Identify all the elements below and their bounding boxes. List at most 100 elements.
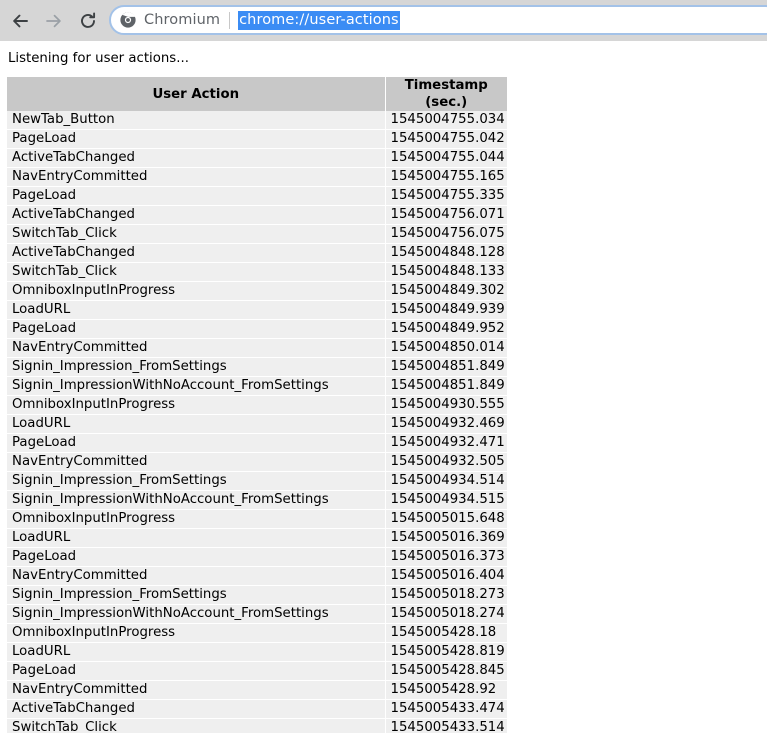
cell-user-action: Signin_ImpressionWithNoAccount_FromSetti… xyxy=(7,604,386,624)
cell-timestamp: 1545004932.471 xyxy=(385,433,507,453)
table-row: OmniboxInputInProgress 1545004849.302 xyxy=(7,281,507,301)
cell-user-action: Signin_Impression_FromSettings xyxy=(7,471,386,491)
table-row: NavEntryCommitted 1545004755.165 xyxy=(7,167,507,187)
cell-timestamp: 1545005433.474 xyxy=(385,699,507,719)
cell-timestamp: 1545004930.555 xyxy=(385,395,507,415)
column-header-timestamp[interactable]: Timestamp (sec.) xyxy=(385,77,507,111)
omnibox-url-text[interactable]: chrome://user-actions xyxy=(238,10,400,30)
cell-timestamp: 1545004756.075 xyxy=(385,224,507,244)
table-row: Signin_Impression_FromSettings 1545004934… xyxy=(7,471,507,491)
cell-timestamp: 1545004848.128 xyxy=(385,243,507,263)
cell-timestamp: 1545005016.404 xyxy=(385,566,507,586)
cell-user-action: OmniboxInputInProgress xyxy=(7,395,386,415)
cell-user-action: PageLoad xyxy=(7,433,386,453)
cell-timestamp: 1545004850.014 xyxy=(385,338,507,358)
forward-button[interactable] xyxy=(40,7,68,35)
cell-user-action: Signin_Impression_FromSettings xyxy=(7,585,386,605)
table-row: NavEntryCommitted 1545005428.92 xyxy=(7,680,507,700)
cell-user-action: PageLoad xyxy=(7,319,386,339)
table-row: SwitchTab_Click 1545004756.075 xyxy=(7,224,507,244)
cell-timestamp: 1545005018.274 xyxy=(385,604,507,624)
table-row: PageLoad 1545004755.042 xyxy=(7,129,507,149)
cell-timestamp: 1545004849.952 xyxy=(385,319,507,339)
cell-timestamp: 1545004755.034 xyxy=(385,111,507,130)
column-header-user-action[interactable]: User Action xyxy=(7,77,386,111)
cell-user-action: SwitchTab_Click xyxy=(7,718,386,733)
cell-user-action: ActiveTabChanged xyxy=(7,699,386,719)
reload-button[interactable] xyxy=(74,7,102,35)
cell-timestamp: 1545005016.373 xyxy=(385,547,507,567)
table-row: LoadURL 1545005428.819 xyxy=(7,642,507,662)
table-row: ActiveTabChanged 1545004755.044 xyxy=(7,148,507,168)
table-row: PageLoad 1545004849.952 xyxy=(7,319,507,339)
table-row: Signin_Impression_FromSettings 1545004851… xyxy=(7,357,507,377)
cell-user-action: ActiveTabChanged xyxy=(7,205,386,225)
table-row: NavEntryCommitted 1545004850.014 xyxy=(7,338,507,358)
table-row: Signin_ImpressionWithNoAccount_FromSetti… xyxy=(7,490,507,510)
cell-timestamp: 1545004755.044 xyxy=(385,148,507,168)
table-row: ActiveTabChanged 1545004756.071 xyxy=(7,205,507,225)
cell-timestamp: 1545005016.369 xyxy=(385,528,507,548)
cell-user-action: SwitchTab_Click xyxy=(7,224,386,244)
cell-user-action: Signin_Impression_FromSettings xyxy=(7,357,386,377)
cell-timestamp: 1545005018.273 xyxy=(385,585,507,605)
table-row: OmniboxInputInProgress 1545005015.648 xyxy=(7,509,507,529)
cell-user-action: PageLoad xyxy=(7,547,386,567)
table-row: PageLoad 1545005016.373 xyxy=(7,547,507,567)
cell-timestamp: 1545004755.165 xyxy=(385,167,507,187)
cell-user-action: NavEntryCommitted xyxy=(7,167,386,187)
cell-timestamp: 1545005428.18 xyxy=(385,623,507,643)
omnibox-site-label: Chromium xyxy=(144,12,221,28)
table-row: ActiveTabChanged 1545004848.128 xyxy=(7,243,507,263)
cell-timestamp: 1545004849.939 xyxy=(385,300,507,320)
chromium-logo-icon xyxy=(120,12,136,28)
cell-user-action: OmniboxInputInProgress xyxy=(7,623,386,643)
cell-user-action: LoadURL xyxy=(7,528,386,548)
cell-user-action: PageLoad xyxy=(7,661,386,681)
cell-user-action: LoadURL xyxy=(7,642,386,662)
omnibox-separator xyxy=(229,11,231,29)
cell-timestamp: 1545005428.819 xyxy=(385,642,507,662)
table-row: PageLoad 1545004755.335 xyxy=(7,186,507,206)
table-row: LoadURL 1545004932.469 xyxy=(7,414,507,434)
cell-timestamp: 1545004849.302 xyxy=(385,281,507,301)
table-row: NavEntryCommitted 1545004932.505 xyxy=(7,452,507,472)
table-row: NewTab_Button 1545004755.034 xyxy=(7,111,507,130)
cell-user-action: Signin_ImpressionWithNoAccount_FromSetti… xyxy=(7,376,386,396)
cell-timestamp: 1545004934.515 xyxy=(385,490,507,510)
cell-timestamp: 1545004934.514 xyxy=(385,471,507,491)
cell-user-action: NewTab_Button xyxy=(7,111,386,130)
cell-timestamp: 1545005428.845 xyxy=(385,661,507,681)
cell-user-action: LoadURL xyxy=(7,300,386,320)
table-row: NavEntryCommitted 1545005016.404 xyxy=(7,566,507,586)
cell-user-action: OmniboxInputInProgress xyxy=(7,281,386,301)
table-row: LoadURL 1545005016.369 xyxy=(7,528,507,548)
cell-timestamp: 1545004932.469 xyxy=(385,414,507,434)
table-row: Signin_Impression_FromSettings 1545005018… xyxy=(7,585,507,605)
table-row: PageLoad 1545004932.471 xyxy=(7,433,507,453)
table-row: LoadURL 1545004849.939 xyxy=(7,300,507,320)
cell-timestamp: 1545004851.849 xyxy=(385,376,507,396)
cell-user-action: PageLoad xyxy=(7,129,386,149)
table-header: User Action Timestamp (sec.) xyxy=(7,77,507,111)
browser-toolbar: Chromium chrome://user-actions xyxy=(0,0,767,41)
cell-timestamp: 1545004755.042 xyxy=(385,129,507,149)
cell-user-action: ActiveTabChanged xyxy=(7,243,386,263)
cell-timestamp: 1545005433.514 xyxy=(385,718,507,733)
cell-timestamp: 1545005015.648 xyxy=(385,509,507,529)
cell-timestamp: 1545005428.92 xyxy=(385,680,507,700)
cell-user-action: NavEntryCommitted xyxy=(7,680,386,700)
address-bar[interactable]: Chromium chrome://user-actions xyxy=(109,5,767,35)
cell-timestamp: 1545004755.335 xyxy=(385,186,507,206)
table-row: PageLoad 1545005428.845 xyxy=(7,661,507,681)
page-content: Listening for user actions... User Actio… xyxy=(0,41,767,733)
table-header-row: User Action Timestamp (sec.) xyxy=(7,77,507,111)
back-button[interactable] xyxy=(6,7,34,35)
reload-icon xyxy=(78,11,98,31)
cell-user-action: NavEntryCommitted xyxy=(7,452,386,472)
cell-user-action: Signin_ImpressionWithNoAccount_FromSetti… xyxy=(7,490,386,510)
table-row: Signin_ImpressionWithNoAccount_FromSetti… xyxy=(7,376,507,396)
cell-user-action: PageLoad xyxy=(7,186,386,206)
cell-user-action: SwitchTab_Click xyxy=(7,262,386,282)
cell-timestamp: 1545004932.505 xyxy=(385,452,507,472)
